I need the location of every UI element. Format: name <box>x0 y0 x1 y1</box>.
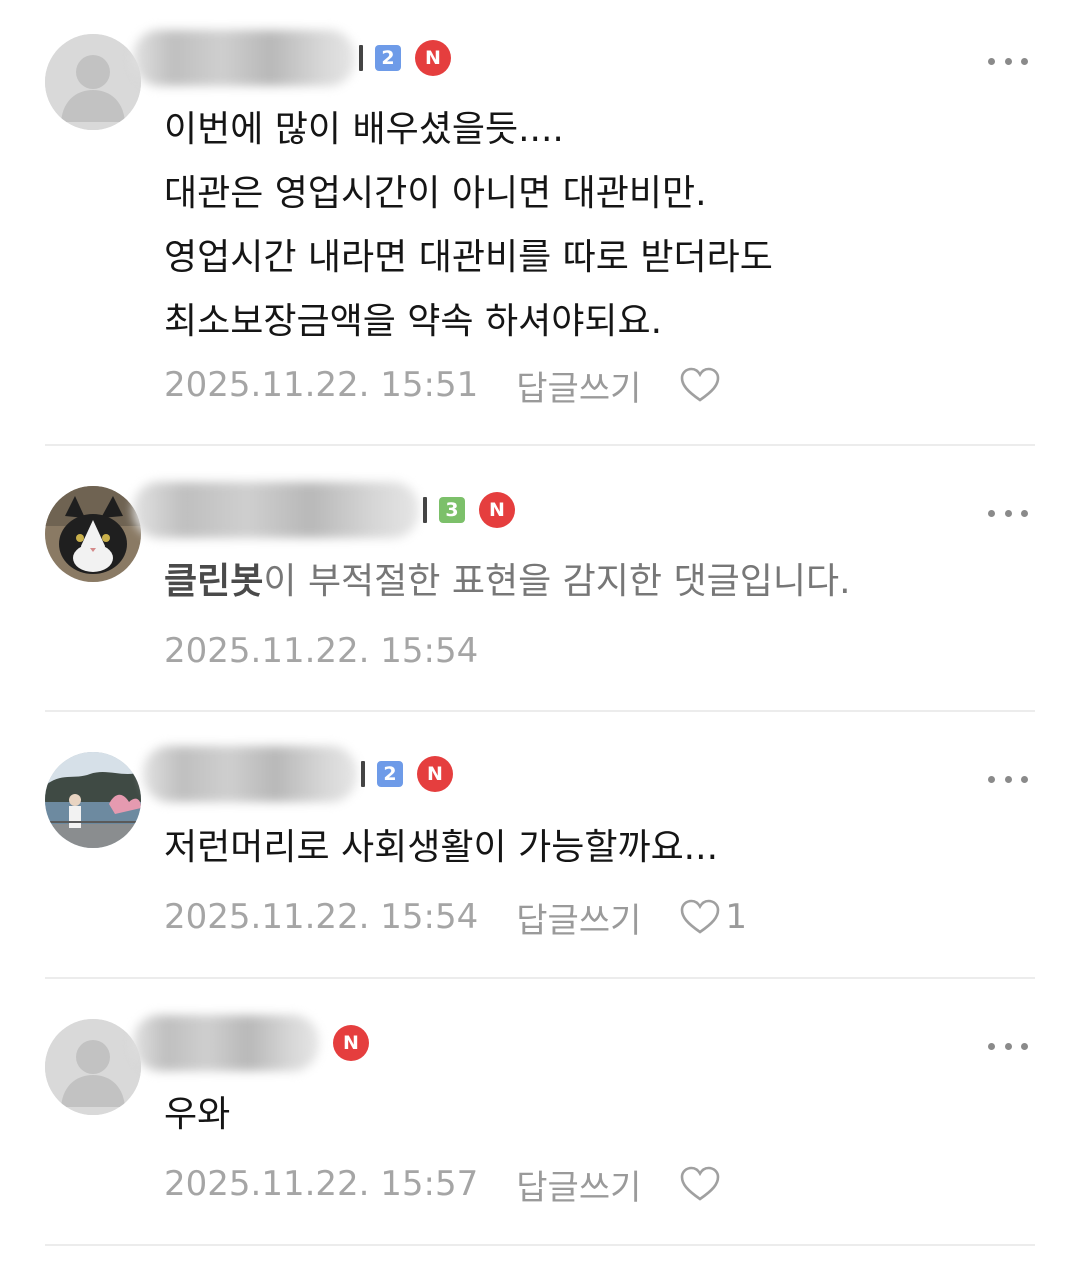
more-options-icon[interactable] <box>988 498 1028 528</box>
comment-item: N 우와 2025.11.22. 15:57 답글쓰기 <box>0 979 1080 1246</box>
nickname-blurred[interactable] <box>133 1015 319 1071</box>
comment-timestamp: 2025.11.22. 15:57 <box>164 1164 479 1204</box>
cat-avatar[interactable] <box>45 486 141 582</box>
like-count: 1 <box>725 897 748 937</box>
comment-timestamp: 2025.11.22. 15:54 <box>164 631 479 671</box>
nickname-fragment <box>357 45 365 71</box>
comment-line: 최소보장금액을 약속 하셔야되요. <box>164 301 663 342</box>
comment-timestamp: 2025.11.22. 15:54 <box>164 897 479 937</box>
like-button[interactable] <box>679 366 725 404</box>
level-badge: 2 <box>375 45 401 71</box>
comment-line: 우와 <box>164 1094 231 1135</box>
nickname-fragment <box>359 761 367 787</box>
clean-bot-name: 클린봇 <box>164 561 264 602</box>
comment-item: 2 N 저런머리로 사회생활이 가능할까요... 2025.11.22. 15:… <box>0 712 1080 979</box>
more-options-icon[interactable] <box>988 764 1028 794</box>
nickname-fragment <box>421 497 429 523</box>
reply-button[interactable]: 답글쓰기 <box>516 893 641 942</box>
comment-line: 대관은 영업시간이 아니면 대관비만. <box>164 173 707 214</box>
default-avatar-icon[interactable] <box>45 1019 141 1115</box>
like-button[interactable] <box>679 1165 725 1203</box>
new-badge: N <box>479 492 515 528</box>
comment-header: 3 N <box>133 480 515 540</box>
comment-meta: 2025.11.22. 15:54 답글쓰기 1 <box>164 892 747 942</box>
divider <box>45 1244 1035 1246</box>
comment-meta: 2025.11.22. 15:57 답글쓰기 <box>164 1159 725 1209</box>
reply-button[interactable]: 답글쓰기 <box>516 361 641 410</box>
heart-icon <box>679 366 721 404</box>
photo-avatar[interactable] <box>45 752 141 848</box>
new-badge: N <box>333 1025 369 1061</box>
comment-meta: 2025.11.22. 15:54 <box>164 626 478 676</box>
heart-icon <box>679 1165 721 1203</box>
comment-text: 저런머리로 사회생활이 가능할까요... <box>164 816 1044 880</box>
clean-bot-notice: 클린봇이 부적절한 표현을 감지한 댓글입니다. <box>164 550 1044 614</box>
comment-meta: 2025.11.22. 15:51 답글쓰기 <box>164 360 725 410</box>
default-avatar-icon[interactable] <box>45 34 141 130</box>
comment-line: 영업시간 내라면 대관비를 따로 받더라도 <box>164 237 773 278</box>
comment-text: 이번에 많이 배우셨을듯.... 대관은 영업시간이 아니면 대관비만. 영업시… <box>164 98 1044 354</box>
comment-item: 3 N 클린봇이 부적절한 표현을 감지한 댓글입니다. 2025.11.22.… <box>0 446 1080 712</box>
comment-item: 2 N 이번에 많이 배우셨을듯.... 대관은 영업시간이 아니면 대관비만.… <box>0 0 1080 446</box>
like-button[interactable]: 1 <box>679 897 747 937</box>
comment-header: 2 N <box>133 28 451 88</box>
new-badge: N <box>415 40 451 76</box>
heart-icon <box>679 898 721 936</box>
new-badge: N <box>417 756 453 792</box>
comment-header: N <box>133 1013 369 1073</box>
level-badge: 2 <box>377 761 403 787</box>
comment-line: 저런머리로 사회생활이 가능할까요... <box>164 827 719 868</box>
nickname-blurred[interactable] <box>133 482 419 538</box>
reply-button[interactable]: 답글쓰기 <box>516 1160 641 1209</box>
comment-timestamp: 2025.11.22. 15:51 <box>164 365 479 405</box>
comment-text: 클린봇이 부적절한 표현을 감지한 댓글입니다. <box>164 550 1044 614</box>
comment-header: 2 N <box>133 744 453 804</box>
nickname-blurred[interactable] <box>143 746 357 802</box>
nickname-blurred[interactable] <box>133 30 355 86</box>
clean-bot-message: 이 부적절한 표현을 감지한 댓글입니다. <box>263 561 851 602</box>
comment-text: 우와 <box>164 1083 1044 1147</box>
more-options-icon[interactable] <box>988 1031 1028 1061</box>
more-options-icon[interactable] <box>988 46 1028 76</box>
comment-line: 이번에 많이 배우셨을듯.... <box>164 109 564 150</box>
level-badge: 3 <box>439 497 465 523</box>
